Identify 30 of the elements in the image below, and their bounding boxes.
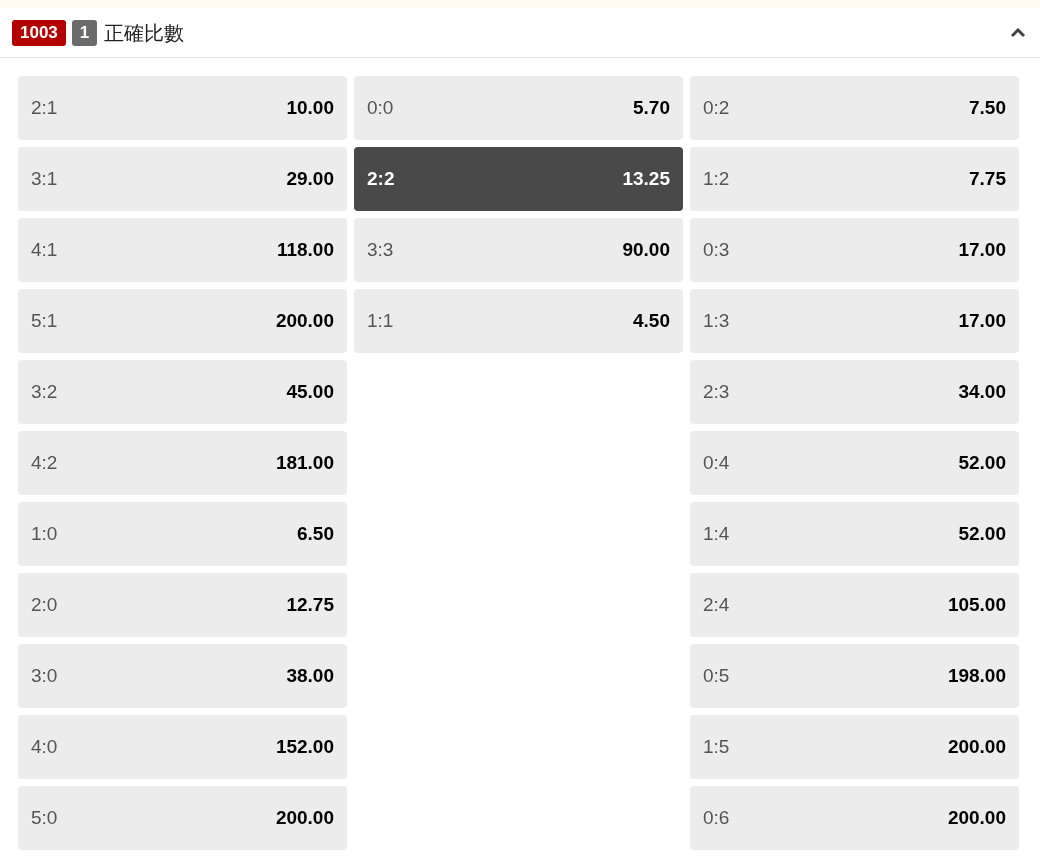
count-badge: 1 <box>71 19 98 46</box>
score-odds-button[interactable]: 0:2 7.50 <box>690 76 1019 140</box>
score-odds-button[interactable]: 2:4 105.00 <box>690 573 1019 637</box>
chevron-icon[interactable] <box>1010 27 1026 38</box>
score-odds-button[interactable]: 1:0 6.50 <box>18 502 347 566</box>
score-odds-button[interactable]: 0:3 17.00 <box>690 218 1019 282</box>
score-odds-button[interactable]: 3:2 45.00 <box>18 360 347 424</box>
score-odds-button[interactable]: 2:0 12.75 <box>18 573 347 637</box>
score-odds-button[interactable]: 2:1 10.00 <box>18 76 347 140</box>
score-odds-button[interactable]: 5:0 200.00 <box>18 786 347 850</box>
score-odds-button[interactable]: 1:3 17.00 <box>690 289 1019 353</box>
score-odds-button[interactable]: 0:6 200.00 <box>690 786 1019 850</box>
score-odds-button[interactable]: 3:1 29.00 <box>18 147 347 211</box>
score-odds-button[interactable]: 3:3 90.00 <box>354 218 683 282</box>
score-odds-button[interactable]: 1:1 4.50 <box>354 289 683 353</box>
score-odds-button[interactable]: 1:5 200.00 <box>690 715 1019 779</box>
score-odds-button[interactable]: 4:2 181.00 <box>18 431 347 495</box>
score-odds-button[interactable]: 5:1 200.00 <box>18 289 347 353</box>
score-odds-button[interactable]: 2:2 13.25 <box>354 147 683 211</box>
score-odds-button[interactable]: 1:4 52.00 <box>690 502 1019 566</box>
score-odds-button[interactable]: 2:3 34.00 <box>690 360 1019 424</box>
score-odds-button[interactable]: 4:1 118.00 <box>18 218 347 282</box>
score-odds-button[interactable]: 0:5 198.00 <box>690 644 1019 708</box>
score-odds-button[interactable]: 4:0 152.00 <box>18 715 347 779</box>
score-odds-button[interactable]: 0:4 52.00 <box>690 431 1019 495</box>
score-odds-button[interactable]: 0:0 5.70 <box>354 76 683 140</box>
match-number-badge: 1003 <box>12 19 66 46</box>
score-odds-button[interactable]: 3:0 38.00 <box>18 644 347 708</box>
market-title: 正確比數 <box>104 20 185 46</box>
score-odds-button[interactable]: 1:2 7.75 <box>690 147 1019 211</box>
